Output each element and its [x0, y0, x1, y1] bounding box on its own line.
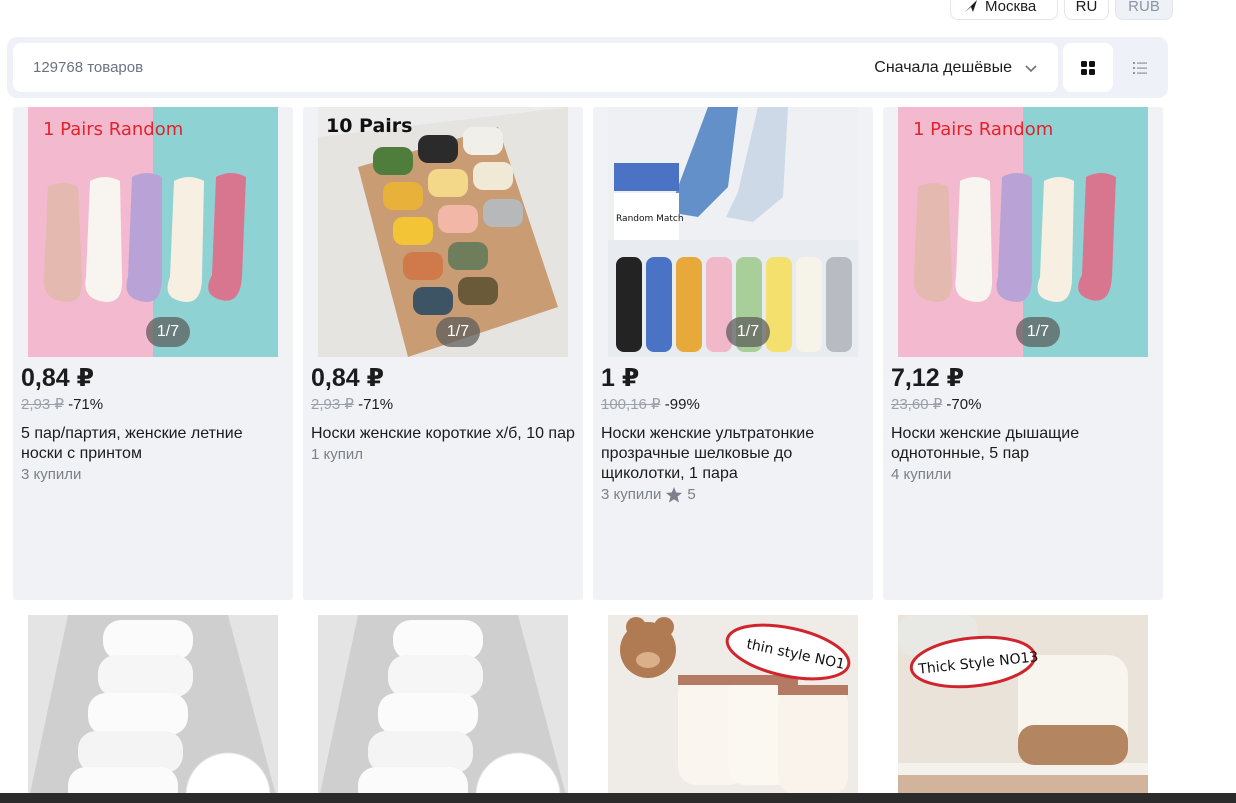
product-price: 0,84 ₽ [21, 364, 94, 392]
old-price: 100,16 ₽ [601, 396, 661, 413]
old-price: 23,60 ₽ [891, 396, 943, 413]
product-title[interactable]: Носки женские ультратонкие прозрачные ше… [601, 424, 865, 484]
location-button[interactable]: Москва [950, 0, 1058, 20]
price-old-row: 2,93 ₽ -71% [311, 395, 575, 415]
product-card[interactable]: Random Match 1/7 1 ₽ 100,16 ₽ -99% Носки… [593, 107, 873, 600]
product-image[interactable]: 10 Pairs 1/7 [318, 107, 568, 357]
image-badge-text: 10 Pairs [326, 115, 412, 137]
price-old-row: 23,60 ₽ -70% [891, 395, 1155, 415]
product-price: 1 ₽ [601, 364, 640, 392]
product-image[interactable]: Thick Style NO13 [898, 615, 1148, 803]
sort-dropdown[interactable]: Сначала дешёвые [874, 59, 1038, 77]
language-label: RU [1075, 0, 1098, 15]
header-chips: Москва RU RUB [950, 0, 1173, 20]
product-image[interactable]: 1 Pairs Random 1/7 [898, 107, 1148, 357]
language-button[interactable]: RU [1064, 0, 1109, 20]
discount: -99% [664, 396, 700, 413]
results-toolbar: 129768 товаров Сначала дешёвые [7, 37, 1168, 98]
product-card[interactable] [303, 615, 583, 803]
purchase-count: 3 купили [21, 466, 82, 483]
product-image[interactable] [28, 615, 278, 803]
price-old-row: 100,16 ₽ -99% [601, 395, 865, 415]
product-price: 0,84 ₽ [311, 364, 384, 392]
purchase-count: 4 купили [891, 466, 952, 483]
discount: -71% [68, 396, 104, 413]
old-price: 2,93 ₽ [21, 396, 64, 413]
product-card[interactable]: 1 Pairs Random 1/7 7,12 ₽ 23,60 ₽ -70% Н… [883, 107, 1163, 600]
old-price: 2,93 ₽ [311, 396, 354, 413]
location-label: Москва [985, 0, 1037, 15]
purchase-count: 3 купили 5 [601, 486, 696, 503]
discount: -70% [946, 396, 982, 413]
product-price: 7,12 ₽ [891, 364, 964, 392]
sort-label: Сначала дешёвые [874, 58, 1012, 76]
currency-button[interactable]: RUB [1115, 0, 1173, 20]
image-pager: 1/7 [1016, 317, 1060, 347]
product-card[interactable] [13, 615, 293, 803]
product-info: 0,84 ₽ 2,93 ₽ -71% Носки женские коротки… [303, 357, 583, 465]
product-title[interactable]: Носки женские короткие х/б, 10 пар [311, 424, 575, 444]
rating-value: 5 [687, 486, 696, 503]
price-old-row: 2,93 ₽ -71% [21, 395, 285, 415]
chevron-down-icon [1025, 64, 1037, 72]
product-image[interactable]: 1 Pairs Random 1/7 [28, 107, 278, 357]
product-card[interactable]: 10 Pairs 1/7 0,84 ₽ 2,93 ₽ -71% Носки же… [303, 107, 583, 600]
bottom-bar [0, 793, 1236, 803]
product-card[interactable]: thin style NO1 [593, 615, 873, 803]
grid-icon [1081, 60, 1095, 75]
list-icon [1133, 61, 1147, 74]
currency-label: RUB [1128, 0, 1160, 15]
product-info: 1 ₽ 100,16 ₽ -99% Носки женские ультрато… [593, 357, 873, 505]
product-image[interactable]: thin style NO1 [608, 615, 858, 803]
product-info: 0,84 ₽ 2,93 ₽ -71% 5 пар/партия, женские… [13, 357, 293, 485]
list-view-button[interactable] [1115, 43, 1165, 92]
product-image[interactable]: Random Match 1/7 [608, 107, 858, 357]
image-pager: 1/7 [436, 317, 480, 347]
image-pager: 1/7 [726, 317, 770, 347]
results-count: 129768 товаров [33, 59, 144, 76]
product-info: 7,12 ₽ 23,60 ₽ -70% Носки женские дышащи… [883, 357, 1163, 485]
image-badge-text: Random Match [616, 214, 684, 224]
product-card[interactable]: 1 Pairs Random 1/7 0,84 ₽ 2,93 ₽ -71% 5 … [13, 107, 293, 600]
product-title[interactable]: 5 пар/партия, женские летние носки с при… [21, 424, 285, 464]
image-pager: 1/7 [146, 317, 190, 347]
grid-view-button[interactable] [1063, 43, 1113, 92]
image-badge-text: 1 Pairs Random [913, 119, 1053, 140]
product-image[interactable] [318, 615, 568, 803]
product-card[interactable]: Thick Style NO13 [883, 615, 1163, 803]
location-arrow-icon [965, 0, 977, 12]
star-icon [666, 487, 683, 503]
product-title[interactable]: Носки женские дышащие однотонные, 5 пар [891, 424, 1155, 464]
toolbar-bar: 129768 товаров Сначала дешёвые [13, 43, 1058, 92]
purchase-count: 1 купил [311, 446, 363, 463]
discount: -71% [358, 396, 394, 413]
image-badge-text: 1 Pairs Random [43, 119, 183, 140]
